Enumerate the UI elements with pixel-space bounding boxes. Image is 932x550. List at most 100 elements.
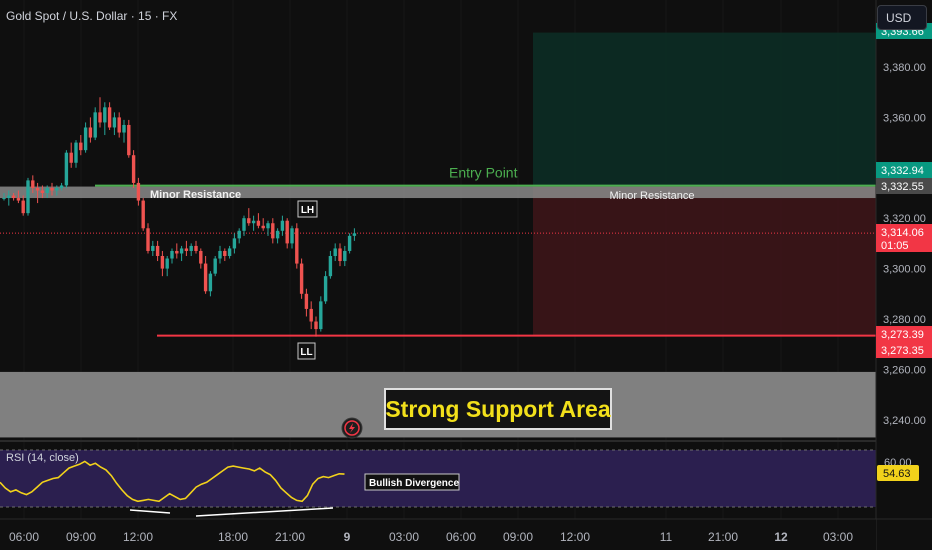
price-tick-label: 3,280.00 xyxy=(883,314,926,326)
candle-body xyxy=(333,248,337,256)
ll-label: LL xyxy=(300,347,312,358)
currency-button[interactable]: USD xyxy=(877,5,927,30)
current-price-label: 3,314.06 xyxy=(881,227,924,239)
candle xyxy=(338,243,342,267)
candle-body xyxy=(179,248,184,254)
candle xyxy=(304,288,309,317)
candle xyxy=(203,256,208,294)
candle xyxy=(179,245,184,262)
candle-body xyxy=(285,220,289,244)
time-tick-label: 12:00 xyxy=(560,530,590,544)
minor-resistance-zone[interactable] xyxy=(0,186,876,199)
candle xyxy=(69,142,73,168)
candle xyxy=(271,218,275,244)
time-tick-label: 03:00 xyxy=(389,530,419,544)
candle xyxy=(107,102,112,130)
candle-body xyxy=(295,228,299,264)
candle-body xyxy=(160,256,165,269)
candle xyxy=(93,107,97,141)
candle-body xyxy=(146,228,150,251)
entry-point-label: Entry Point xyxy=(449,165,518,181)
candle-body xyxy=(275,230,280,239)
candle-body xyxy=(69,152,73,163)
candle xyxy=(309,301,313,330)
time-tick-label: 09:00 xyxy=(503,530,533,544)
candle xyxy=(251,215,256,231)
price-tag-stop: 3,273.39 xyxy=(881,329,924,341)
candle-body xyxy=(256,220,261,226)
candle-body xyxy=(170,250,174,259)
profit-zone[interactable] xyxy=(533,32,876,186)
candle xyxy=(83,122,88,153)
candle-body xyxy=(122,124,126,133)
candle xyxy=(122,119,126,143)
price-tick-label: 3,240.00 xyxy=(883,415,926,427)
candle xyxy=(88,117,93,143)
candle xyxy=(256,213,261,229)
candle xyxy=(227,245,232,259)
price-tick-label: 3,320.00 xyxy=(883,213,926,225)
candle xyxy=(112,112,117,136)
candle-body xyxy=(117,117,121,133)
candle xyxy=(285,218,289,249)
candle-body xyxy=(31,180,35,188)
candle-body xyxy=(16,198,21,201)
candle-body xyxy=(189,245,193,251)
candle xyxy=(131,150,136,188)
price-tick-label: 3,300.00 xyxy=(883,264,926,276)
candle-body xyxy=(26,180,30,214)
candle-body xyxy=(35,187,40,191)
candle xyxy=(314,316,318,337)
candle-body xyxy=(165,258,169,269)
candle-body xyxy=(74,142,78,163)
candle xyxy=(155,240,160,262)
candle-body xyxy=(242,218,246,231)
candle xyxy=(237,228,241,244)
price-chart: Strong Support Area Minor Resistance Min… xyxy=(0,0,932,550)
divergence-line-rsi xyxy=(195,507,334,517)
time-tick-label: 11 xyxy=(660,530,673,544)
countdown-label: 01:05 xyxy=(881,240,909,252)
rsi-indicator-label[interactable]: RSI (14, close) xyxy=(6,452,79,464)
candle-body xyxy=(323,276,328,302)
candle-body xyxy=(227,248,232,256)
candle-body xyxy=(141,200,145,229)
candle-body xyxy=(107,107,112,128)
price-tag-stop-2: 3,273.35 xyxy=(881,345,924,357)
candle xyxy=(170,248,174,264)
candle xyxy=(175,243,179,259)
candle-body xyxy=(290,228,294,244)
candle-body xyxy=(2,198,6,200)
candle-body xyxy=(112,117,117,128)
time-tick-label: 12 xyxy=(774,530,788,544)
time-tick-label: 18:00 xyxy=(218,530,248,544)
candle-body xyxy=(21,200,25,214)
candle xyxy=(319,296,323,332)
candle xyxy=(103,102,107,136)
candle-body xyxy=(213,258,217,274)
candle xyxy=(127,119,131,158)
candle xyxy=(189,243,193,256)
candle xyxy=(352,228,357,241)
candle xyxy=(98,97,102,128)
candle-body xyxy=(343,250,347,262)
candle xyxy=(64,150,69,188)
candle xyxy=(136,177,141,206)
candle-body xyxy=(218,250,222,259)
candle-body xyxy=(136,182,141,201)
candle-body xyxy=(237,230,241,239)
candle xyxy=(299,258,304,299)
candle-body xyxy=(7,195,11,199)
loss-zone[interactable] xyxy=(533,185,876,336)
candle xyxy=(208,271,213,297)
candle-body xyxy=(11,195,16,199)
candle-body xyxy=(83,127,88,151)
minor-resistance-label-left: Minor Resistance xyxy=(150,189,241,201)
strong-support-label: Strong Support Area xyxy=(385,396,611,422)
price-tag-resistance: 3,332.55 xyxy=(881,181,924,193)
candle-body xyxy=(247,218,251,224)
candle-body xyxy=(127,124,131,156)
candle xyxy=(333,243,337,262)
flash-icon[interactable] xyxy=(341,417,363,439)
symbol-title[interactable]: Gold Spot / U.S. Dollar · 15 · FX xyxy=(6,9,177,23)
